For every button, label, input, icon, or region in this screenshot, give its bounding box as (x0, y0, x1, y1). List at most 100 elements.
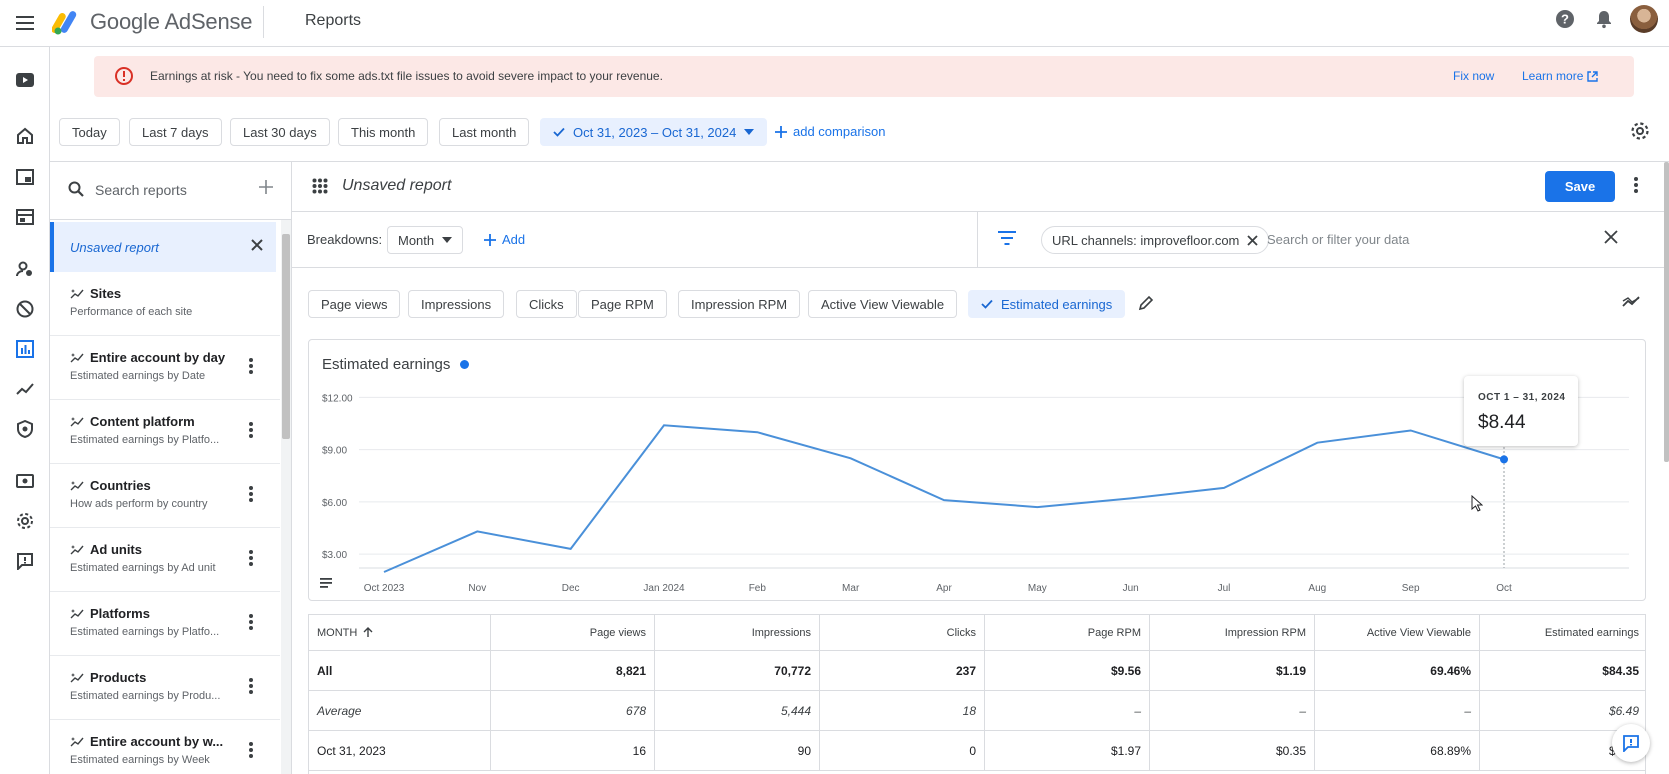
more-vert-icon[interactable] (249, 358, 253, 374)
check-icon (981, 299, 993, 309)
more-vert-icon[interactable] (249, 614, 253, 630)
metric-chip-clicks[interactable]: Clicks (516, 290, 577, 318)
list-item[interactable]: Sites Performance of each site (50, 272, 280, 336)
chart-legend-list-icon[interactable] (320, 578, 332, 588)
more-vert-icon[interactable] (249, 486, 253, 502)
notifications-icon[interactable] (1594, 9, 1614, 29)
sparkle-icon (70, 352, 84, 362)
policy-center-icon[interactable] (13, 417, 37, 441)
sites-icon[interactable] (13, 205, 37, 229)
url-channel-filter-chip[interactable]: URL channels: improvefloor.com (1041, 226, 1270, 254)
table-cell: $84.35 (1602, 663, 1639, 678)
breakdown-month-dropdown[interactable]: Month (387, 226, 464, 254)
sparkle-icon (70, 544, 84, 554)
add-comparison-button[interactable]: add comparison (775, 124, 886, 139)
table-cell: Average (309, 691, 491, 730)
sidebar-scrollbar-thumb[interactable] (282, 234, 290, 439)
list-item[interactable]: Ad units Estimated earnings by Ad unit (50, 528, 280, 592)
table-cell: $1.19 (1150, 651, 1315, 690)
left-nav-rail (0, 47, 50, 774)
home-icon[interactable] (13, 124, 37, 148)
table-cell: $1.97 (985, 731, 1150, 770)
list-item[interactable]: Countries How ads perform by country (50, 464, 280, 528)
column-header[interactable]: Clicks (820, 615, 985, 650)
optimization-icon[interactable] (13, 377, 37, 401)
youtube-icon[interactable] (13, 68, 37, 92)
column-header[interactable]: Impression RPM (1150, 615, 1315, 650)
report-title-field[interactable]: Unsaved report (342, 177, 451, 195)
search-reports-input[interactable]: Search reports (95, 182, 187, 198)
more-vert-icon[interactable] (249, 678, 253, 694)
reports-icon[interactable] (0, 329, 50, 369)
feedback-button[interactable] (1612, 724, 1650, 762)
metric-chip-page-rpm[interactable]: Page RPM (578, 290, 667, 318)
list-item[interactable]: Products Estimated earnings by Produ... (50, 656, 280, 720)
fix-now-link[interactable]: Fix now (1453, 69, 1494, 83)
column-header-month[interactable]: MONTH (309, 615, 491, 650)
avatar[interactable] (1630, 5, 1658, 33)
apps-grid-icon[interactable] (312, 178, 328, 194)
close-icon[interactable] (1247, 234, 1259, 246)
filter-icon[interactable] (998, 231, 1016, 245)
list-item[interactable]: Platforms Estimated earnings by Platfo..… (50, 592, 280, 656)
table-row: Average 678 5,444 18 – – – $6.49 (309, 691, 1645, 731)
report-settings-icon[interactable] (1630, 121, 1650, 141)
y-tick-label: $9.00 (322, 446, 347, 457)
metric-chip-impression-rpm[interactable]: Impression RPM (678, 290, 801, 318)
earnings-line-chart[interactable]: $3.00 $6.00 $9.00 $12.00 Oct 2023 Nov Dec Jan 2… (309, 340, 1645, 600)
date-chip-this-month[interactable]: This month (338, 118, 429, 146)
more-vert-icon[interactable] (1634, 177, 1638, 193)
more-vert-icon[interactable] (249, 422, 253, 438)
brand-name: Google AdSense (90, 9, 253, 34)
ads-icon[interactable] (13, 165, 37, 189)
date-chip-last-7-days[interactable]: Last 7 days (129, 118, 222, 146)
table-cell: All (309, 651, 491, 690)
column-header[interactable]: Page RPM (985, 615, 1150, 650)
table-cell: Oct 31, 2023 (309, 731, 491, 770)
date-chip-last-month[interactable]: Last month (439, 118, 530, 146)
chart-type-trend-icon[interactable] (1622, 296, 1640, 308)
date-range-selector[interactable]: Oct 31, 2023 – Oct 31, 2024 (540, 118, 768, 146)
feedback-nav-icon[interactable] (13, 549, 37, 573)
menu-icon[interactable] (12, 10, 38, 36)
current-report-item[interactable]: Unsaved report (50, 222, 276, 272)
more-vert-icon[interactable] (249, 742, 253, 758)
date-chip-last-30-days[interactable]: Last 30 days (230, 118, 330, 146)
report-subtitle: Estimated earnings by Produ... (70, 690, 221, 702)
column-header[interactable]: Impressions (655, 615, 820, 650)
y-tick-label: $3.00 (322, 550, 347, 561)
add-breakdown-button[interactable]: Add (484, 232, 525, 247)
table-cell: – (985, 691, 1150, 730)
metric-chip-impressions[interactable]: Impressions (408, 290, 505, 318)
add-breakdown-label: Add (502, 232, 526, 247)
metric-chip-estimated-earnings[interactable]: Estimated earnings (968, 290, 1126, 318)
plus-icon (775, 125, 787, 138)
settings-nav-icon[interactable] (13, 509, 37, 533)
learn-more-link[interactable]: Learn more (1522, 69, 1599, 83)
list-item[interactable]: Entire account by day Estimated earnings… (50, 336, 280, 400)
more-vert-icon[interactable] (249, 550, 253, 566)
add-comparison-label: add comparison (793, 124, 886, 139)
date-chip-today[interactable]: Today (59, 118, 120, 146)
save-button[interactable]: Save (1545, 171, 1615, 202)
list-item[interactable]: Content platform Estimated earnings by P… (50, 400, 280, 464)
clear-filters-close-icon[interactable] (1604, 230, 1618, 244)
column-header[interactable]: Estimated earnings (1480, 615, 1645, 650)
new-report-plus-icon[interactable] (258, 179, 274, 195)
privacy-messaging-icon[interactable] (13, 257, 37, 281)
payments-icon[interactable] (13, 469, 37, 493)
metric-chip-label: Estimated earnings (1001, 296, 1113, 312)
metric-chip-page-views[interactable]: Page views (308, 290, 401, 318)
blocking-controls-icon[interactable] (13, 297, 37, 321)
list-item[interactable]: Entire account by w... Estimated earning… (50, 720, 280, 774)
close-icon[interactable] (250, 238, 264, 252)
metric-chip-active-view-viewable[interactable]: Active View Viewable (808, 290, 958, 318)
column-header[interactable]: Active View Viewable (1315, 615, 1480, 650)
search-reports[interactable]: Search reports (50, 162, 291, 220)
main-scrollbar-thumb[interactable] (1664, 162, 1669, 462)
help-icon[interactable]: ? (1555, 9, 1575, 29)
edit-metrics-pencil-icon[interactable] (1138, 295, 1154, 311)
table-cell: 18 (820, 691, 985, 730)
filter-search-input[interactable]: Search or filter your data (1267, 232, 1409, 247)
column-header[interactable]: Page views (491, 615, 655, 650)
